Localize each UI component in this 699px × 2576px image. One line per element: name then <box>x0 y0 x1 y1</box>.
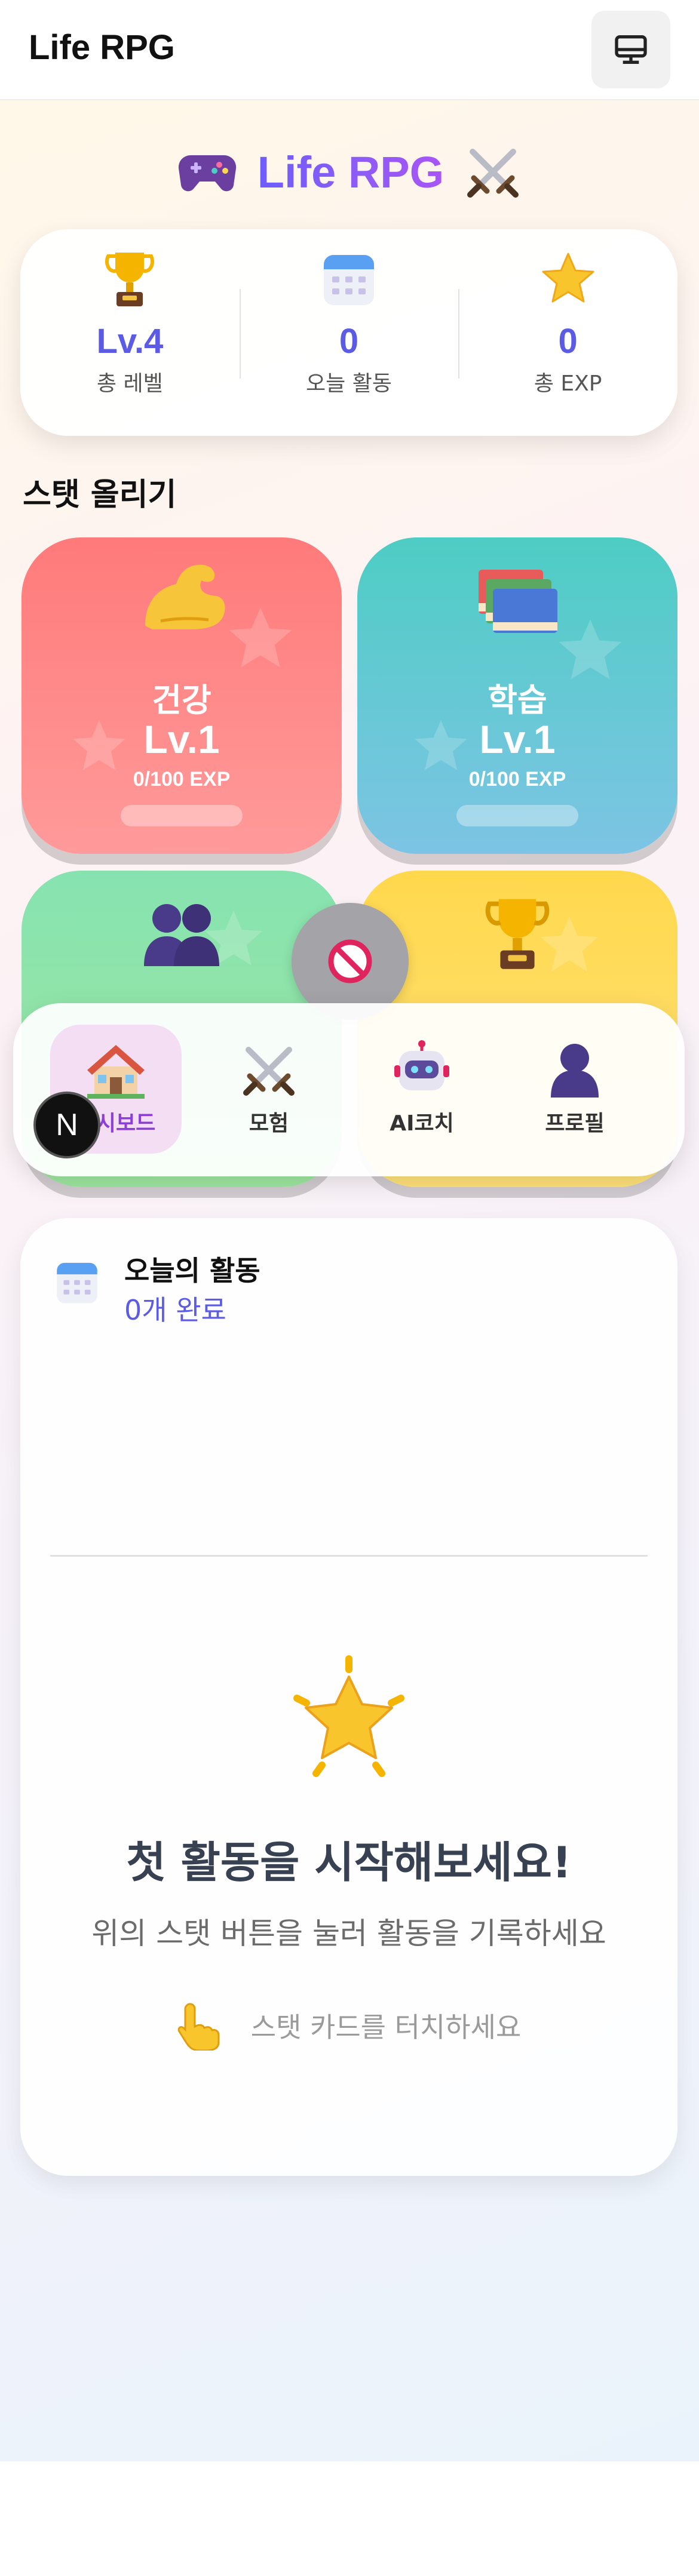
activity-title: 오늘의 활동 <box>124 1255 260 1287</box>
total-level-label: 총 레벨 <box>96 371 163 396</box>
today-activity-card: 오늘의 활동 0개 완료 첫 활동을 시작해보세요! 위의 스탯 버튼을 눌러 … <box>20 1218 677 2176</box>
calendar-icon <box>324 255 374 305</box>
total-level-value: Lv.4 <box>96 322 164 361</box>
prohibited-icon <box>328 939 372 983</box>
bottom-navigation: 대시보드 모험 AI코치 프로필 <box>13 1003 685 1176</box>
glowing-star-icon <box>293 1655 404 1777</box>
pointing-hand-icon <box>177 2003 220 2051</box>
flexed-bicep-icon <box>145 564 225 629</box>
nav-label: 프로필 <box>545 1111 605 1136</box>
divider <box>50 1555 648 1557</box>
stat-card-health[interactable]: 건강 Lv.1 0/100 EXP <box>22 537 342 854</box>
trophy-icon <box>105 253 155 306</box>
empty-state-hint: 스탯 카드를 터치하세요 <box>20 2000 677 2051</box>
person-icon <box>551 1044 599 1098</box>
disabled-button[interactable] <box>292 903 409 1020</box>
stat-exp: 0/100 EXP <box>468 768 566 791</box>
empty-state-hint-text: 스탯 카드를 터치하세요 <box>250 2011 522 2043</box>
summary-total-level: Lv.4 총 레벨 <box>20 229 240 436</box>
people-icon <box>144 904 219 966</box>
robot-icon <box>394 1040 449 1090</box>
nav-profile[interactable]: 프로필 <box>509 1025 640 1154</box>
app-title: Life RPG <box>29 28 175 67</box>
trophy-icon <box>485 899 550 969</box>
empty-state-subtitle: 위의 스탯 버튼을 눌러 활동을 기록하세요 <box>91 1916 606 1951</box>
stat-progress-bar <box>456 805 578 826</box>
app-bar: Life RPG <box>0 0 699 100</box>
nav-label: 모험 <box>249 1111 289 1136</box>
nav-ai-coach[interactable]: AI코치 <box>356 1025 488 1154</box>
stat-level: Lv.1 <box>479 717 556 761</box>
today-activity-label: 오늘 활동 <box>306 371 392 396</box>
summary-today-activity: 0 오늘 활동 <box>239 229 459 436</box>
stat-name: 건강 <box>152 681 211 719</box>
star-icon <box>542 253 594 303</box>
nav-adventure[interactable]: 모험 <box>203 1025 335 1154</box>
total-exp-label: 총 EXP <box>534 371 602 396</box>
monitor-icon <box>615 35 647 64</box>
crossed-swords-icon <box>467 149 519 198</box>
calendar-icon <box>57 1262 97 1304</box>
stat-progress-bar <box>121 805 243 826</box>
monitor-button[interactable] <box>591 11 670 88</box>
gamepad-icon <box>178 155 236 192</box>
summary-card: Lv.4 총 레벨 0 오늘 활동 0 총 EXP <box>20 229 677 436</box>
hero-header: Life RPG <box>0 136 699 208</box>
summary-total-exp: 0 총 EXP <box>458 229 677 436</box>
dev-tools-badge[interactable]: N <box>33 1092 100 1158</box>
stat-level: Lv.1 <box>143 717 220 761</box>
total-exp-value: 0 <box>558 322 578 361</box>
crossed-swords-icon <box>243 1047 295 1096</box>
house-icon <box>87 1045 145 1099</box>
today-activity-value: 0 <box>339 322 359 361</box>
hero-title: Life RPG <box>257 147 444 197</box>
section-title: 스탯 올리기 <box>23 477 177 513</box>
nav-label: AI코치 <box>390 1111 454 1136</box>
activity-count: 0개 완료 <box>124 1294 226 1326</box>
stat-card-study[interactable]: 학습 Lv.1 0/100 EXP <box>357 537 677 854</box>
books-icon <box>479 570 557 633</box>
stat-exp: 0/100 EXP <box>133 768 231 791</box>
empty-state-title: 첫 활동을 시작해보세요! <box>126 1837 572 1888</box>
stat-name: 학습 <box>488 681 547 719</box>
